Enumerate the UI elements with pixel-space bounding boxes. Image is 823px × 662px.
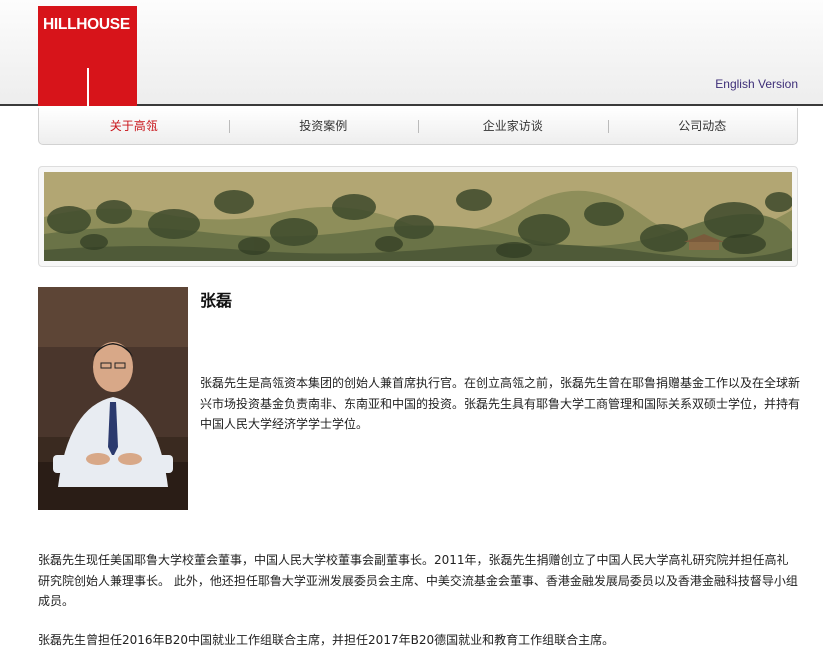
nav-item-about[interactable]: 关于高瓴 <box>39 108 229 144</box>
english-version-link[interactable]: English Version <box>715 77 798 91</box>
bio-paragraph-2: 张磊先生曾担任2016年B20中国就业工作组联合主席，并担任2017年B20德国… <box>38 633 615 647</box>
nav-item-news[interactable]: 公司动态 <box>607 108 798 144</box>
portrait-photo <box>38 287 188 510</box>
logo-bar <box>87 68 89 106</box>
person-name: 张磊 <box>200 291 233 310</box>
bio-intro: 张磊先生是高瓴资本集团的创始人兼首席执行官。在创立高瓴之前，张磊先生曾在耶鲁捐赠… <box>200 376 801 431</box>
nav-item-investments[interactable]: 投资案例 <box>228 108 419 144</box>
hillhouse-logo[interactable]: HILLHOUSE <box>38 6 137 106</box>
nav-item-interviews[interactable]: 企业家访谈 <box>418 108 608 144</box>
portrait-image <box>38 287 188 510</box>
bio-paragraph-1: 张磊先生现任美国耶鲁大学校董会董事，中国人民大学校董事会副董事长。2011年，张… <box>38 553 798 608</box>
logo-text: HILLHOUSE <box>43 16 130 33</box>
banner-frame <box>38 166 798 267</box>
main-nav: 关于高瓴 投资案例 企业家访谈 公司动态 <box>38 108 798 145</box>
site-header: HILLHOUSE English Version <box>0 0 823 106</box>
landscape-painting-banner <box>44 172 792 261</box>
landscape-painting-image <box>44 172 792 261</box>
